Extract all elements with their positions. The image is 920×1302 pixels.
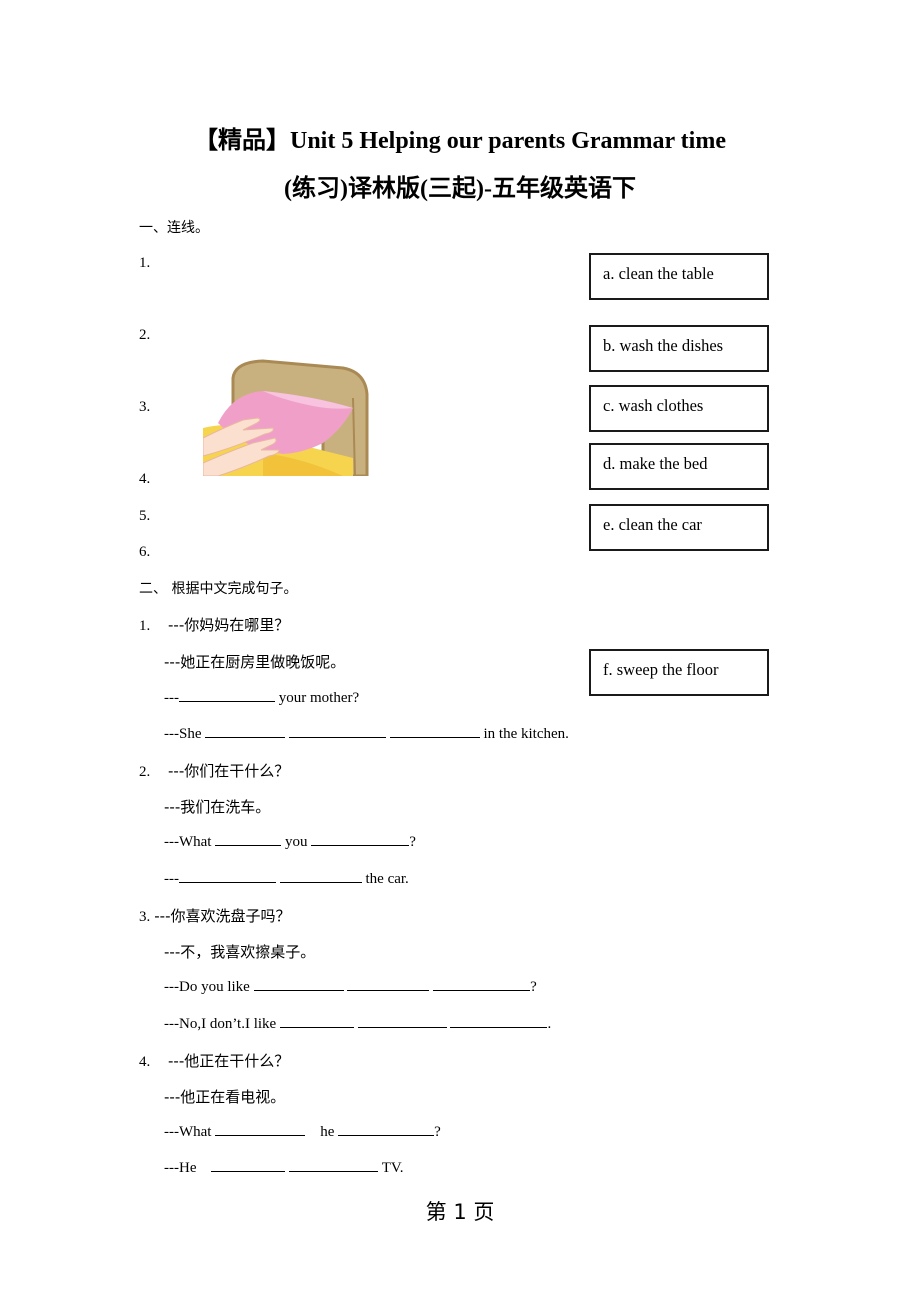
option-f-label: f. sweep the floor [603,660,719,679]
question-cn: ---你们在干什么？ [168,762,290,780]
answer-cn: ---她正在厨房里做晚饭呢。 [164,653,346,671]
blank[interactable] [253,977,344,991]
answer-4-en: ---He TV. [164,1158,404,1176]
match-option-a[interactable]: a. clean the table [589,253,769,300]
blank[interactable] [347,977,430,991]
make-the-bed-illustration [202,358,369,478]
question-1-prompt: 1. ---你妈妈在哪里？ [139,614,289,635]
section-1-heading: 一、连线。 [139,220,209,236]
answer-cn: ---不，我喜欢擦桌子。 [164,943,316,961]
section-2-heading: 二、 根据中文完成句子。 [139,581,298,597]
match-number-6: 6. [139,544,151,560]
match-option-c[interactable]: c. wash clothes [589,385,769,432]
document-title-line-2: (练习)译林版(三起)-五年级英语下 [284,176,636,202]
blank[interactable] [389,724,480,738]
answer-cn: ---他正在看电视。 [164,1088,286,1106]
option-e-label: e. clean the car [603,515,702,534]
question-number: 2. [139,764,151,780]
question-cn: ---他正在干什么？ [168,1052,290,1070]
answer-cn: ---我们在洗车。 [164,798,271,816]
question-4-en: ---What he ? [164,1122,441,1140]
blank[interactable] [357,1014,447,1028]
match-number-1: 1. [139,255,151,271]
blank[interactable] [433,977,531,991]
match-number-3: 3. [139,399,151,415]
question-1-en: --- your mother? [164,688,360,706]
option-c-label: c. wash clothes [603,396,704,415]
blank[interactable] [289,1158,379,1172]
blank[interactable] [450,1014,548,1028]
question-4-prompt: 4. ---他正在干什么？ [139,1050,289,1071]
blank[interactable] [179,688,275,702]
question-3-en: ---Do you like ? [164,977,537,995]
blank[interactable] [215,1122,306,1136]
match-option-f[interactable]: f. sweep the floor [589,649,769,696]
match-option-e[interactable]: e. clean the car [589,504,769,551]
question-number: 1. [139,618,151,634]
match-number-4: 4. [139,471,151,487]
blank[interactable] [179,869,276,883]
answer-1-en: ---She in the kitchen. [164,724,569,742]
answer-2-en: --- the car. [164,869,409,887]
document-title-line-1: 【精品】Unit 5 Helping our parents Grammar t… [194,128,726,154]
page-number-footer: 第 1 页 [425,1200,495,1224]
option-b-label: b. wash the dishes [603,336,724,355]
blank[interactable] [211,1158,286,1172]
question-cn: ---你妈妈在哪里？ [168,616,290,634]
blank[interactable] [289,724,386,738]
match-option-b[interactable]: b. wash the dishes [589,325,769,372]
blank[interactable] [215,832,282,846]
blank[interactable] [279,1014,354,1028]
match-option-d[interactable]: d. make the bed [589,443,769,490]
blank[interactable] [205,724,286,738]
answer-3-en: ---No,I don’t.I like . [164,1014,552,1032]
option-a-label: a. clean the table [603,264,714,283]
match-number-2: 2. [139,327,151,343]
blank[interactable] [279,869,362,883]
blank[interactable] [338,1122,435,1136]
question-cn: ---你喜欢洗盘子吗？ [154,907,291,925]
option-d-label: d. make the bed [603,454,708,473]
question-number: 4. [139,1054,151,1070]
question-3-prompt: 3. ---你喜欢洗盘子吗？ [139,905,291,926]
question-number: 3. [139,909,151,925]
question-2-en: ---What you ? [164,832,416,850]
blank[interactable] [311,832,410,846]
question-2-prompt: 2. ---你们在干什么？ [139,760,289,781]
match-number-5: 5. [139,508,151,524]
